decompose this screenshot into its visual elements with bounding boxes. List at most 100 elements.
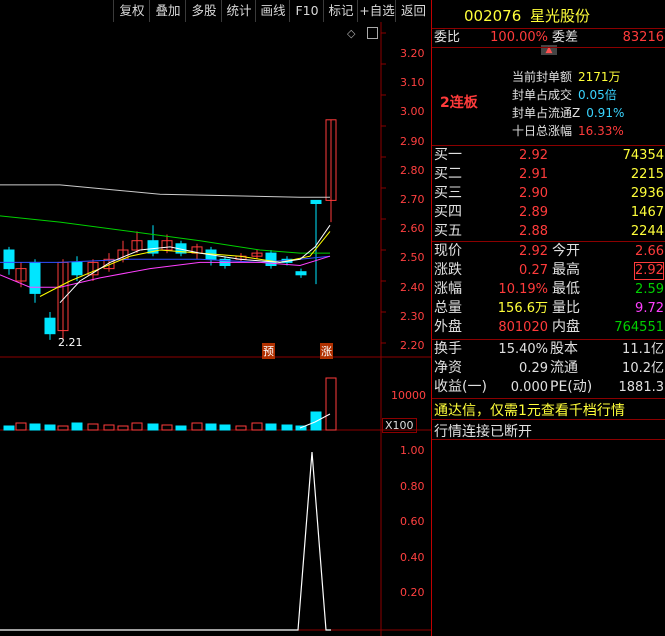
stats-button[interactable]: 统计 [221,0,256,22]
candle-body [71,261,83,276]
volume-bar [87,423,99,431]
price-tick: 2.90 [400,134,425,148]
quote-label: 现价 [434,243,462,259]
bid-label: 买四 [434,204,462,220]
fund-value: 0.000 [510,380,548,395]
ma-lines [0,184,331,304]
volume-bar [29,423,41,431]
fund-value: 1881.3 [618,380,665,395]
price-tick: 3.20 [400,47,425,60]
bid-row: 买一 2.92 74354 [432,146,665,165]
mark-button[interactable]: 标记 [323,0,358,22]
back-button[interactable]: 返回 [395,0,432,22]
limit-info-value: 16.33% [578,124,624,138]
candle-body [295,271,307,276]
candle-body [3,249,15,270]
limit-info-value: 0.91% [586,106,625,120]
quote-row: 现价 2.92 今开 2.66 [432,242,665,261]
volume-bar [131,422,143,431]
bid-volume: 2936 [630,186,664,201]
fuquan-button[interactable]: 复权 [113,0,150,22]
stock-name: 星光股份 [530,7,591,25]
fund-value: 10.2亿 [622,361,664,376]
ma120-line [0,184,330,198]
volume-bar [219,424,231,431]
limit-info-label: 封单占成交 [512,88,573,102]
fund-row: 换手 15.40% 股本 11.1亿 [432,340,665,359]
limit-info-row: 封单占成交 0.05倍 [512,86,662,103]
price-tick: 2.70 [400,193,425,206]
add-watchlist-button[interactable]: +自选 [357,0,396,22]
price-tick: 3.10 [400,76,425,90]
limit-up-streak: 2连板 [440,95,478,111]
overlay-button[interactable]: 叠加 [149,0,186,22]
quote-value: 2.66 [635,244,664,259]
quote-value: 764551 [614,320,664,335]
bid-price: 2.89 [519,205,548,220]
price-tick: 2.50 [400,251,425,265]
limit-info-label: 十日总涨幅 [512,124,573,138]
candle-body [310,199,322,204]
indicator-axis: 1.00 0.80 0.60 0.40 0.20 [382,436,430,636]
bid-row: 买三 2.90 2936 [432,184,665,203]
ma30-line [0,255,331,263]
quote-row: 涨跌 0.27 最高 2.92 [432,261,665,280]
bid-price: 2.90 [519,186,548,201]
quote-value: 2.92 [519,244,548,259]
price-tick: 2.80 [400,163,425,177]
indicator-tick: 0.60 [400,515,425,528]
volume-bar [71,422,83,431]
indicator-spike [0,451,331,631]
bid-row: 买二 2.91 2215 [432,165,665,184]
volume-bar [3,425,15,431]
upgrade-notice[interactable]: 通达信，仅需1元查看千档行情 [434,400,625,420]
indicator-line [0,451,331,631]
bid-volume: 1467 [630,205,664,220]
volume-bar [205,423,217,431]
quote-label: 涨跌 [434,262,462,278]
bid-price: 2.92 [519,148,548,163]
fund-value: 11.1亿 [622,342,664,357]
quote-value: 10.19% [498,282,548,297]
price-tick: 3.00 [400,105,425,119]
order-ratio-value: 100.00% [490,30,548,45]
volume-bar [15,422,27,431]
pre-marker: 预 [262,343,275,359]
quote-label: 内盘 [552,319,580,335]
fund-value: 0.29 [519,361,548,376]
indicator-tick: 0.20 [400,586,425,599]
f10-button[interactable]: F10 [289,0,324,22]
volume-axis-tick: 10000 [391,389,426,402]
quote-row: 涨幅 10.19% 最低 2.59 [432,280,665,299]
indicator-tick: 0.40 [400,550,425,564]
volume-bar [265,423,277,431]
volume-bar [281,424,293,431]
quote-label: 涨幅 [434,281,462,297]
order-diff-value: 83216 [622,30,664,45]
scroll-handle[interactable] [367,27,378,39]
diamond-icon[interactable]: ◇ [347,27,355,40]
bid-label: 买三 [434,185,462,201]
quote-label: 总量 [434,300,462,316]
limit-info-label: 封单占流通Z [512,106,581,120]
limit-info-row: 封单占流通Z 0.91% [512,104,662,121]
volume-bar [117,425,129,431]
bid-volume: 2244 [630,224,664,239]
volume-unit: X100 [382,418,417,433]
stock-code: 002076 [464,7,522,25]
limit-info-label: 当前封单额 [512,70,573,84]
quote-label: 最高 [552,262,580,278]
bid-row: 买四 2.89 1467 [432,203,665,222]
stock-header: 002076 星光股份 [464,5,590,26]
ma5-line [59,224,331,304]
kline-chart[interactable] [0,22,431,636]
low-price-marker: 2.21 [58,336,83,349]
bid-label: 买二 [434,166,462,182]
multi-stock-button[interactable]: 多股 [185,0,222,22]
fund-label: 收益(一) [434,379,487,395]
quote-value: 9.72 [635,301,664,316]
bid-volume: 2215 [630,167,664,182]
price-tick: 2.30 [400,309,425,323]
price-tick: 2.20 [400,339,425,352]
draw-line-button[interactable]: 画线 [255,0,290,22]
